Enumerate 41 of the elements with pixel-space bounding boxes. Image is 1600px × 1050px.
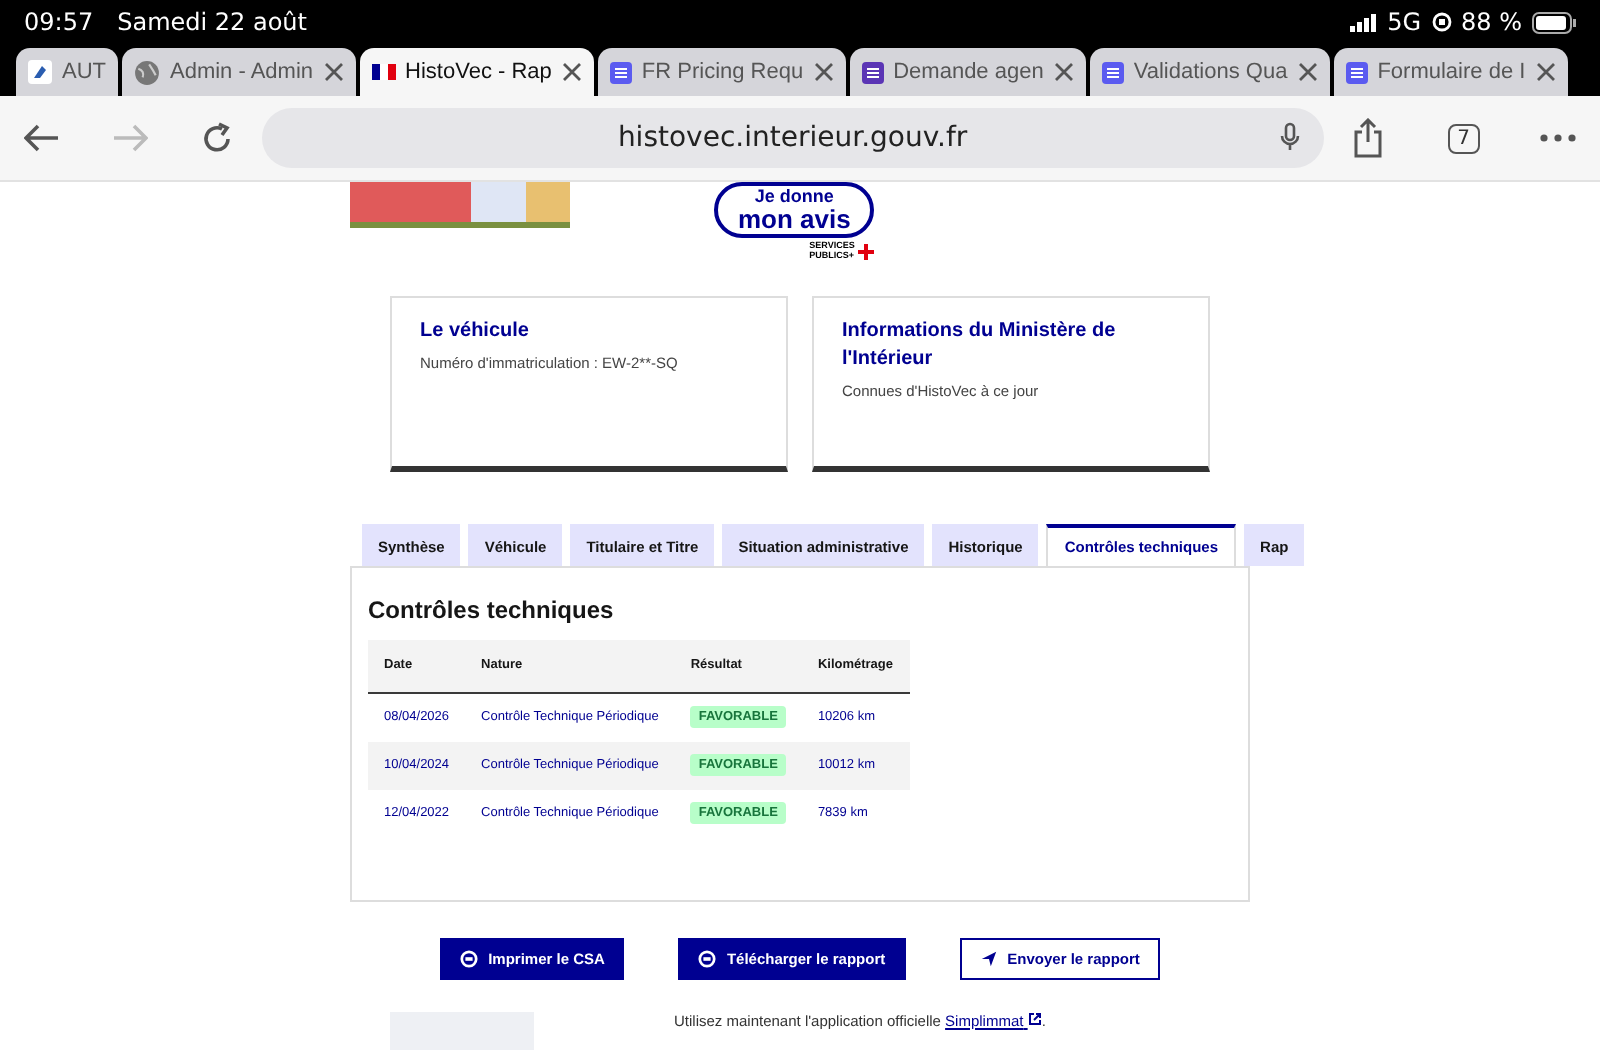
- close-icon[interactable]: [1535, 62, 1556, 82]
- flag-icon: [371, 64, 396, 80]
- battery-percentage: 88 %: [1461, 8, 1522, 36]
- section-title: Contrôles techniques: [368, 596, 616, 624]
- orientation-lock-icon: [1431, 12, 1451, 32]
- app-icon: [28, 60, 52, 84]
- browser-tab[interactable]: Demande agen: [849, 48, 1086, 96]
- microphone-icon[interactable]: [1279, 122, 1300, 152]
- send-icon: [979, 950, 998, 968]
- browser-tab[interactable]: Validations Qua: [1089, 48, 1330, 96]
- browser-tab[interactable]: FR Pricing Requ: [597, 48, 846, 96]
- battery-icon: [1532, 11, 1576, 33]
- form-icon: [861, 61, 884, 83]
- globe-icon: [134, 59, 160, 85]
- reload-icon[interactable]: [200, 121, 234, 155]
- close-icon[interactable]: [1297, 62, 1318, 82]
- status-date: Samedi 22 août: [117, 8, 307, 36]
- browser-tab[interactable]: AUT: [16, 48, 118, 96]
- browser-tab[interactable]: HistoVec - Rap: [359, 48, 594, 96]
- close-icon[interactable]: [323, 62, 344, 82]
- card-title: Le véhicule: [420, 318, 531, 346]
- browser-tab[interactable]: Formulaire de I: [1333, 48, 1568, 96]
- network-label: 5G: [1387, 8, 1421, 36]
- close-icon[interactable]: [813, 62, 834, 82]
- form-icon: [609, 61, 632, 83]
- form-icon: [1101, 61, 1124, 83]
- plus-logo-icon: [858, 243, 875, 259]
- browser-tab[interactable]: Admin - Admin: [122, 48, 356, 96]
- back-icon[interactable]: [24, 124, 60, 152]
- form-icon: [1345, 61, 1368, 83]
- share-icon[interactable]: [1351, 118, 1384, 158]
- more-icon[interactable]: [1540, 134, 1576, 142]
- external-link-icon: [1027, 1012, 1042, 1026]
- card-title: Informations du Ministère de l'Intérieur: [842, 318, 1118, 374]
- clock-time: 09:57: [24, 8, 94, 36]
- tab-count-button[interactable]: 7: [1447, 123, 1480, 153]
- feedback-badge[interactable]: Je donne mon avis: [714, 182, 875, 238]
- signal-icon: [1349, 13, 1378, 31]
- address-bar[interactable]: histovec.interieur.gouv.fr: [262, 108, 1324, 168]
- close-icon[interactable]: [1053, 62, 1074, 82]
- close-icon[interactable]: [561, 62, 582, 82]
